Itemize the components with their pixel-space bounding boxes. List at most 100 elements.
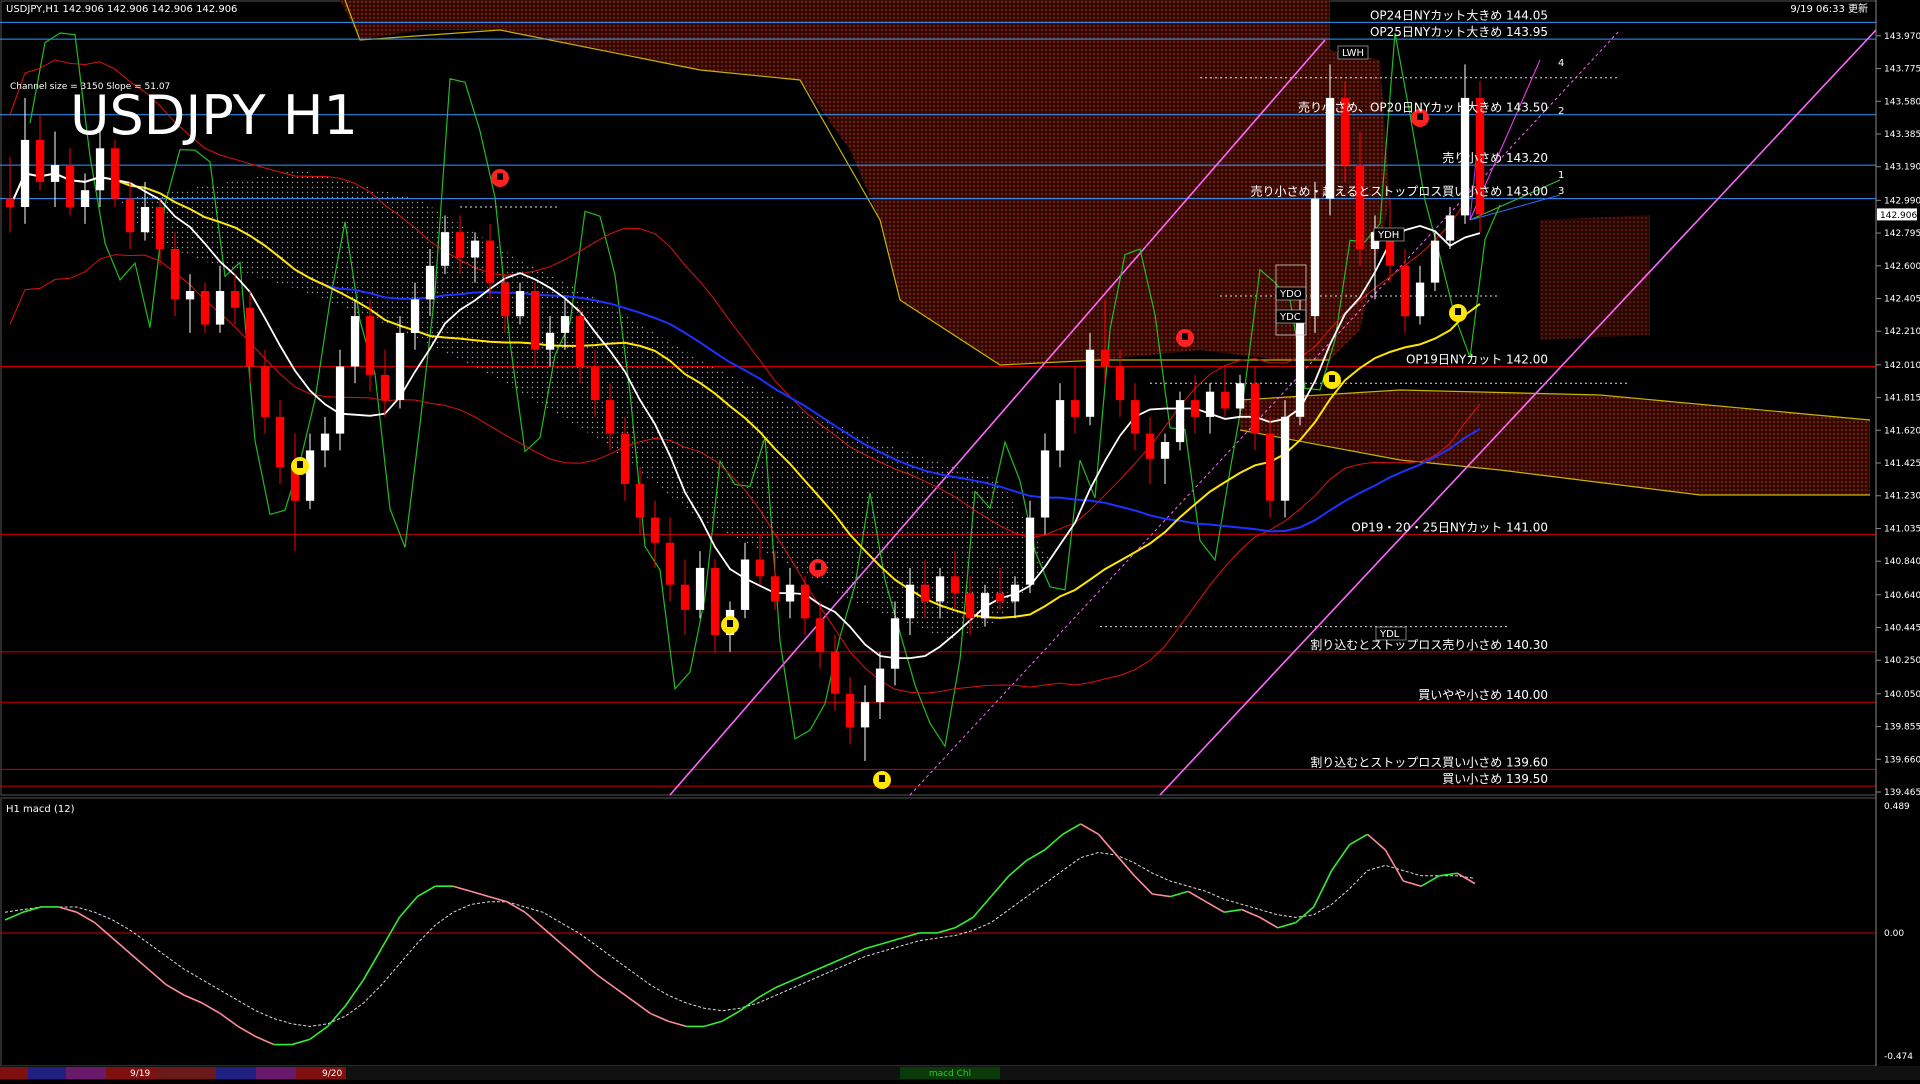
chart-window: OP24日NYカット大きめ 144.05 OP25日NYカット大きめ 143.95… bbox=[0, 0, 1920, 1080]
candle-body-3 bbox=[50, 165, 60, 182]
candle-body-24 bbox=[365, 316, 375, 375]
fractal-marker-inner-4 bbox=[879, 775, 885, 782]
candle-body-0 bbox=[5, 198, 15, 207]
axis-tick-label-1: 143.775 bbox=[1884, 65, 1920, 75]
candle-body-66 bbox=[995, 593, 1005, 602]
candle-body-87 bbox=[1310, 198, 1320, 317]
candle-body-60 bbox=[905, 584, 915, 619]
level-label-7: 割り込むとストップロス売り小さめ 140.30 bbox=[1310, 637, 1548, 652]
axis-tick-label-7: 142.600 bbox=[1884, 262, 1920, 272]
axis-tick-label-3: 143.385 bbox=[1884, 130, 1920, 140]
candle-body-55 bbox=[830, 651, 840, 694]
chart-canvas: OP24日NYカット大きめ 144.05 OP25日NYカット大きめ 143.95… bbox=[0, 0, 1920, 1080]
macd-tick-label-1: 0.00 bbox=[1884, 929, 1904, 939]
candle-body-74 bbox=[1115, 366, 1125, 401]
cloud-red-future bbox=[1540, 215, 1650, 340]
axis-tick-label-2: 143.580 bbox=[1884, 97, 1920, 107]
macd-chl-label: macd Chl bbox=[929, 1069, 971, 1079]
axis-tick-label-0: 143.970 bbox=[1884, 32, 1920, 42]
candle-body-17 bbox=[260, 366, 270, 417]
candle-body-35 bbox=[530, 291, 540, 350]
macd-tick-label-0: 0.489 bbox=[1884, 802, 1910, 812]
axis-tick-label-11: 141.815 bbox=[1884, 394, 1920, 404]
axis-tick-label-5: 142.990 bbox=[1884, 196, 1920, 206]
candle-body-94 bbox=[1415, 282, 1425, 317]
candle-body-47 bbox=[710, 567, 720, 635]
level-label-4: 売り小さめ・超えるとストップロス買い小さめ 143.00 bbox=[1251, 184, 1548, 199]
candle-body-50 bbox=[755, 559, 765, 577]
candle-body-20 bbox=[305, 450, 315, 501]
fib-number-3: 3 bbox=[1558, 186, 1564, 197]
candle-body-79 bbox=[1190, 400, 1200, 417]
candle-body-14 bbox=[215, 291, 225, 325]
level-label-0: OP24日NYカット大きめ 144.05 bbox=[1370, 8, 1548, 22]
candle-body-77 bbox=[1160, 442, 1170, 459]
symbol-info: USDJPY,H1 142.906 142.906 142.906 142.90… bbox=[6, 4, 237, 15]
candle-body-49 bbox=[740, 559, 750, 610]
level-tag-3: YDL bbox=[1379, 629, 1400, 640]
fractal-marker-inner-5 bbox=[1182, 333, 1188, 340]
candle-body-57 bbox=[860, 702, 870, 728]
axis-tick-label-6: 142.795 bbox=[1884, 229, 1920, 239]
candle-body-13 bbox=[200, 291, 210, 325]
macd-label: H1 macd (12) bbox=[6, 804, 75, 815]
candle-body-33 bbox=[500, 282, 510, 317]
level-label-3: 売り小さめ 143.20 bbox=[1442, 150, 1548, 165]
level-label-2: 売り小さめ、OP20日NYカット大きめ 143.50 bbox=[1298, 100, 1548, 115]
axis-tick-label-18: 140.445 bbox=[1884, 624, 1920, 634]
candle-body-93 bbox=[1400, 265, 1410, 317]
candle-body-8 bbox=[125, 198, 135, 233]
candle-body-43 bbox=[650, 517, 660, 543]
candle-body-31 bbox=[470, 240, 480, 258]
candle-body-21 bbox=[320, 433, 330, 451]
candle-body-28 bbox=[425, 265, 435, 300]
candle-body-54 bbox=[815, 618, 825, 652]
candle-body-73 bbox=[1100, 349, 1110, 367]
axis-tick-label-22: 139.660 bbox=[1884, 755, 1920, 765]
fractal-marker-inner-6 bbox=[1329, 375, 1335, 382]
candle-body-7 bbox=[110, 148, 120, 199]
level-label-10: 買い小さめ 139.50 bbox=[1442, 772, 1548, 786]
axis-tick-label-14: 141.230 bbox=[1884, 492, 1920, 502]
update-time: 9/19 06:33 更新 bbox=[1790, 2, 1868, 15]
candle-body-68 bbox=[1025, 517, 1035, 585]
candle-body-4 bbox=[65, 165, 75, 208]
candle-body-6 bbox=[95, 148, 105, 191]
candle-body-58 bbox=[875, 668, 885, 703]
candle-body-52 bbox=[785, 584, 795, 602]
axis-tick-label-13: 141.425 bbox=[1884, 459, 1920, 469]
level-tag-2: YDC bbox=[1279, 312, 1301, 323]
fractal-marker-inner-8 bbox=[1455, 308, 1461, 315]
axis-tick-label-20: 140.050 bbox=[1884, 690, 1920, 700]
candle-body-85 bbox=[1280, 416, 1290, 501]
candle-body-38 bbox=[575, 316, 585, 367]
candle-body-30 bbox=[455, 232, 465, 258]
fib-number-1: 2 bbox=[1558, 106, 1564, 117]
candle-body-51 bbox=[770, 576, 780, 602]
candle-body-16 bbox=[245, 307, 255, 367]
candle-body-53 bbox=[800, 584, 810, 619]
candle-body-42 bbox=[635, 484, 645, 518]
axis-tick-label-8: 142.405 bbox=[1884, 295, 1920, 305]
candle-body-23 bbox=[350, 316, 360, 367]
candle-body-56 bbox=[845, 693, 855, 728]
candle-body-59 bbox=[890, 618, 900, 669]
candle-body-39 bbox=[590, 366, 600, 401]
level-label-9: 割り込むとストップロス買い小さめ 139.60 bbox=[1310, 754, 1548, 769]
date-label-2: 9/20 bbox=[322, 1069, 342, 1079]
candle-body-71 bbox=[1070, 400, 1080, 417]
candle-body-83 bbox=[1250, 383, 1260, 434]
axis-tick-label-23: 139.465 bbox=[1884, 788, 1920, 798]
candle-body-26 bbox=[395, 332, 405, 400]
fractal-marker-inner-1 bbox=[497, 173, 503, 180]
fib-number-2: 1 bbox=[1558, 170, 1564, 181]
fractal-marker-inner-0 bbox=[297, 461, 303, 468]
level-label-6: OP19・20・25日NYカット 141.00 bbox=[1351, 520, 1548, 534]
candle-body-96 bbox=[1445, 215, 1455, 241]
candle-body-29 bbox=[440, 232, 450, 266]
candle-body-78 bbox=[1175, 400, 1185, 443]
candle-body-9 bbox=[140, 207, 150, 233]
candle-body-82 bbox=[1235, 383, 1245, 409]
current-price-label: 142.906 bbox=[1880, 211, 1917, 221]
candle-body-80 bbox=[1205, 391, 1215, 417]
